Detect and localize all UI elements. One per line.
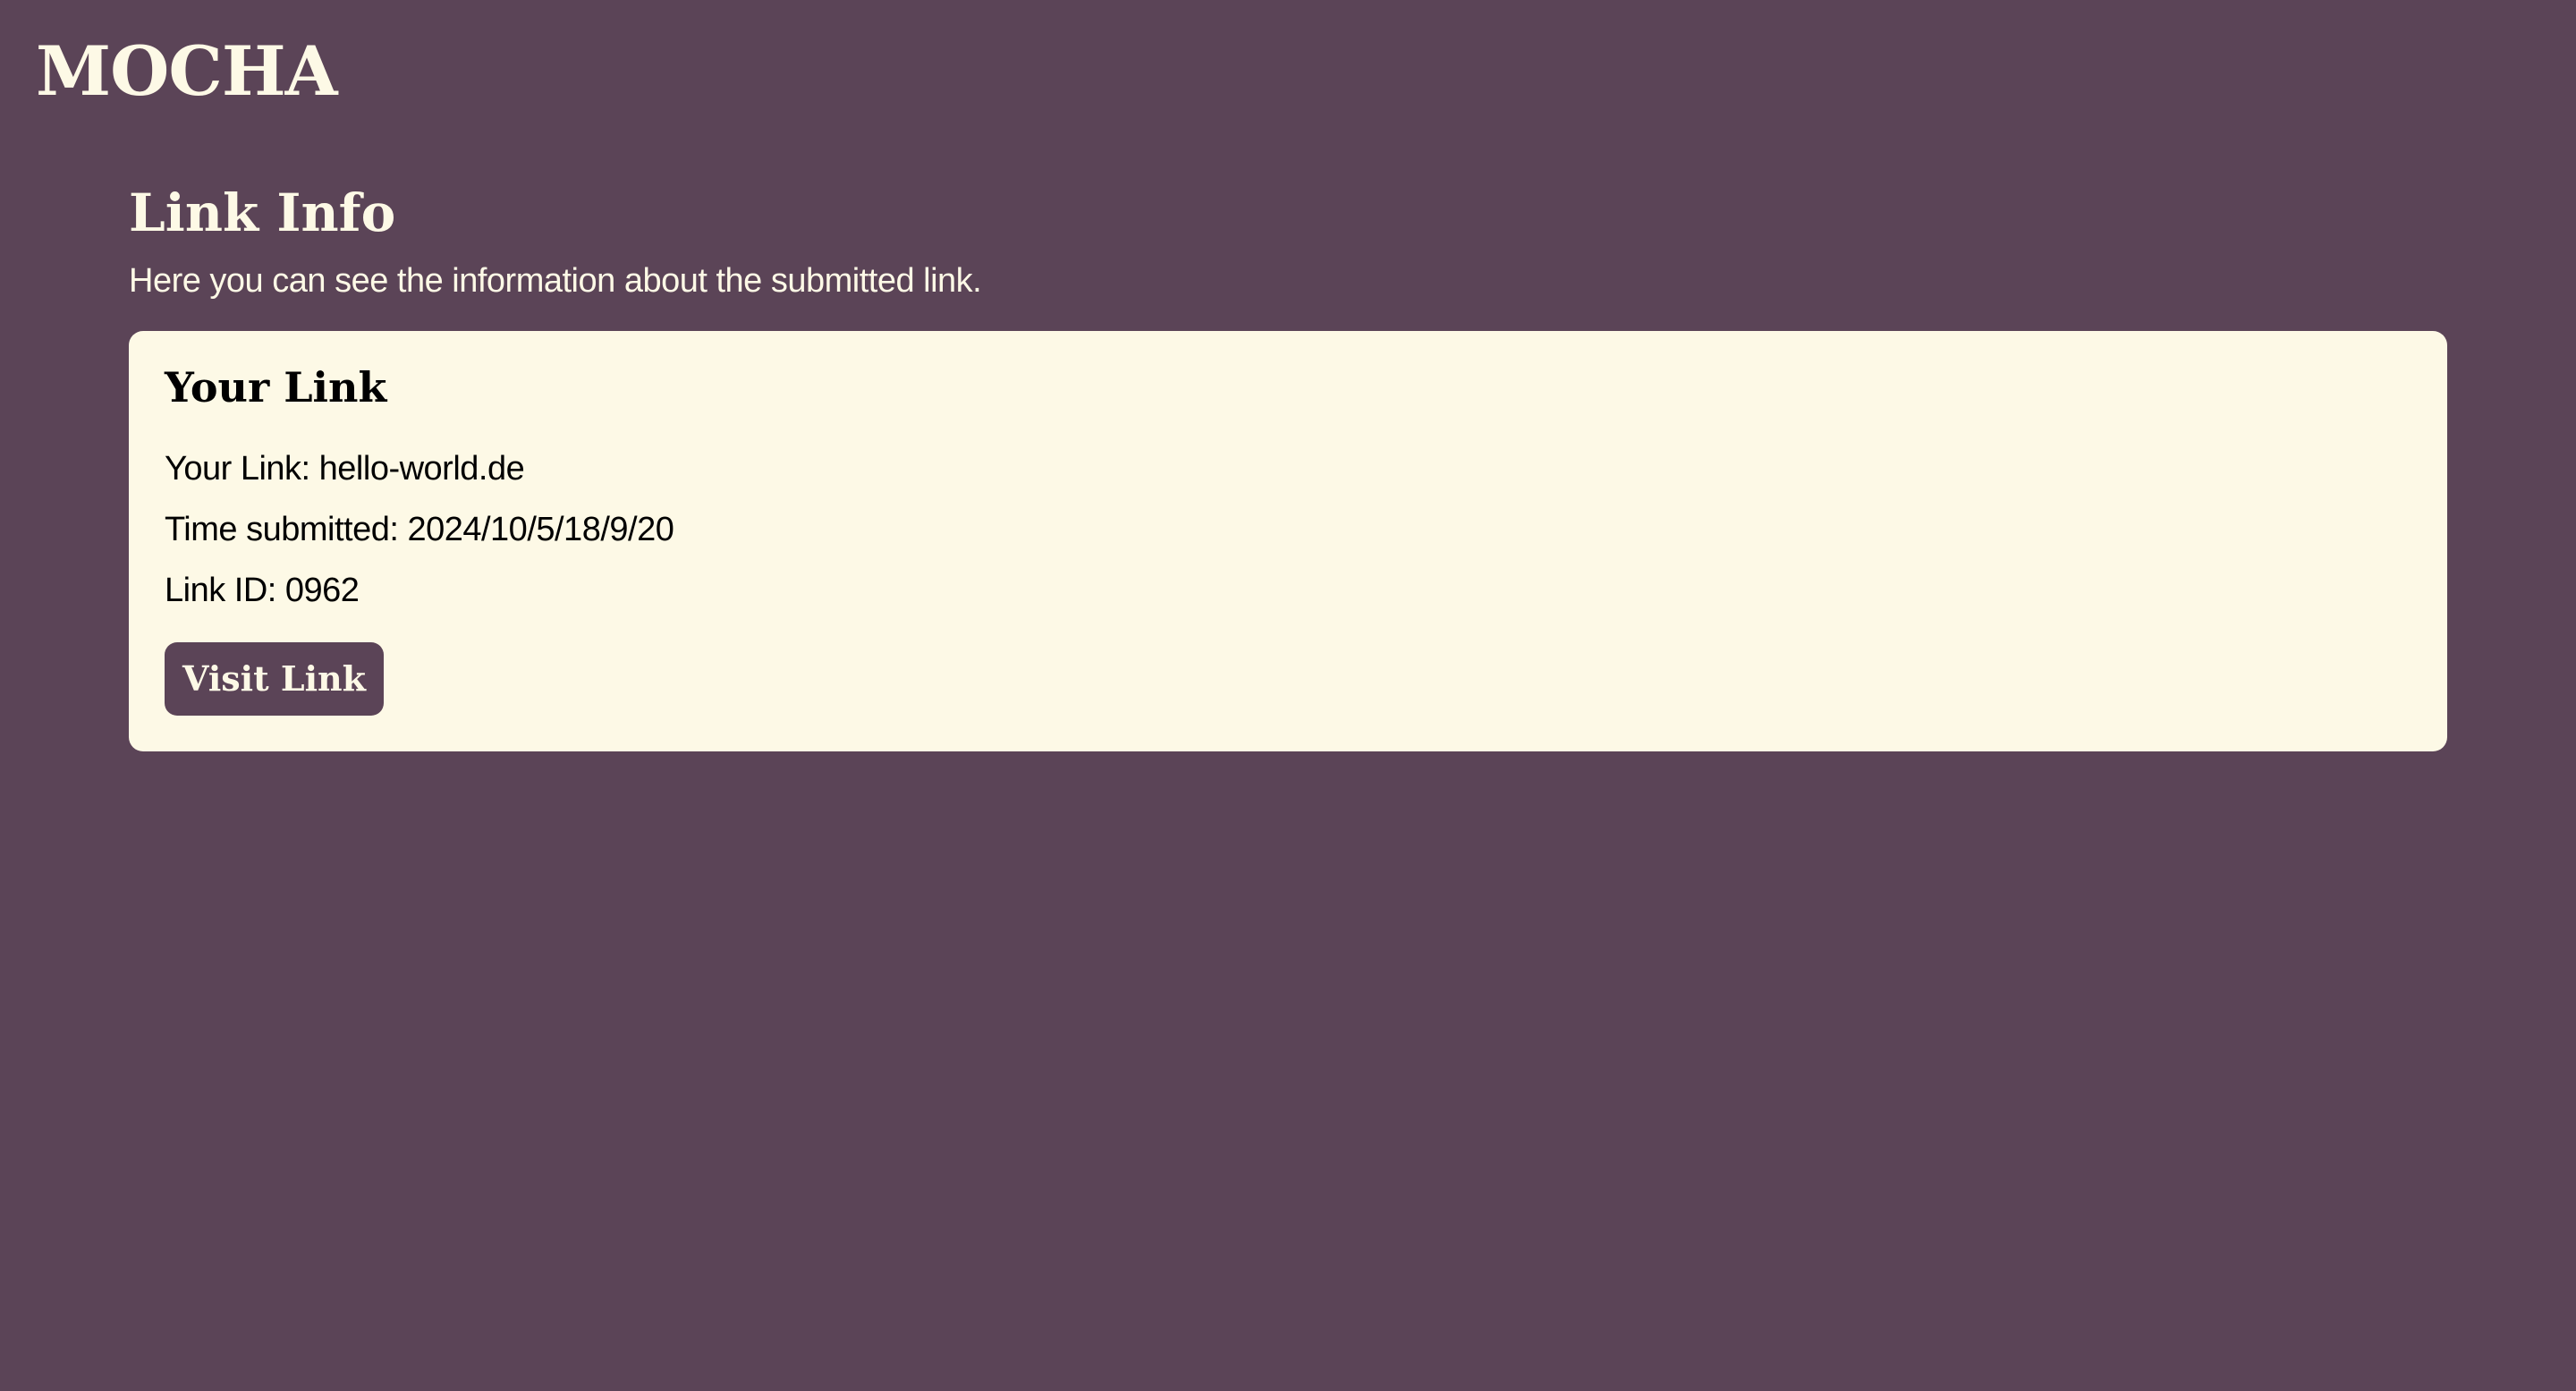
visit-link-button[interactable]: Visit Link bbox=[165, 642, 384, 716]
link-card: Your Link Your Link: hello-world.de Time… bbox=[129, 331, 2447, 751]
page-title: Link Info bbox=[129, 182, 396, 243]
main-content: Link Info Here you can see the informati… bbox=[129, 177, 2447, 751]
card-title: Your Link bbox=[165, 363, 387, 411]
app-logo[interactable]: MOCHA bbox=[36, 27, 338, 116]
link-info-list: Your Link: hello-world.de Time submitted… bbox=[165, 438, 2411, 621]
page-subtitle: Here you can see the information about t… bbox=[129, 262, 982, 300]
link-url-text: Your Link: hello-world.de bbox=[165, 450, 525, 488]
link-id-text: Link ID: 0962 bbox=[165, 572, 360, 609]
time-submitted-text: Time submitted: 2024/10/5/18/9/20 bbox=[165, 511, 674, 548]
